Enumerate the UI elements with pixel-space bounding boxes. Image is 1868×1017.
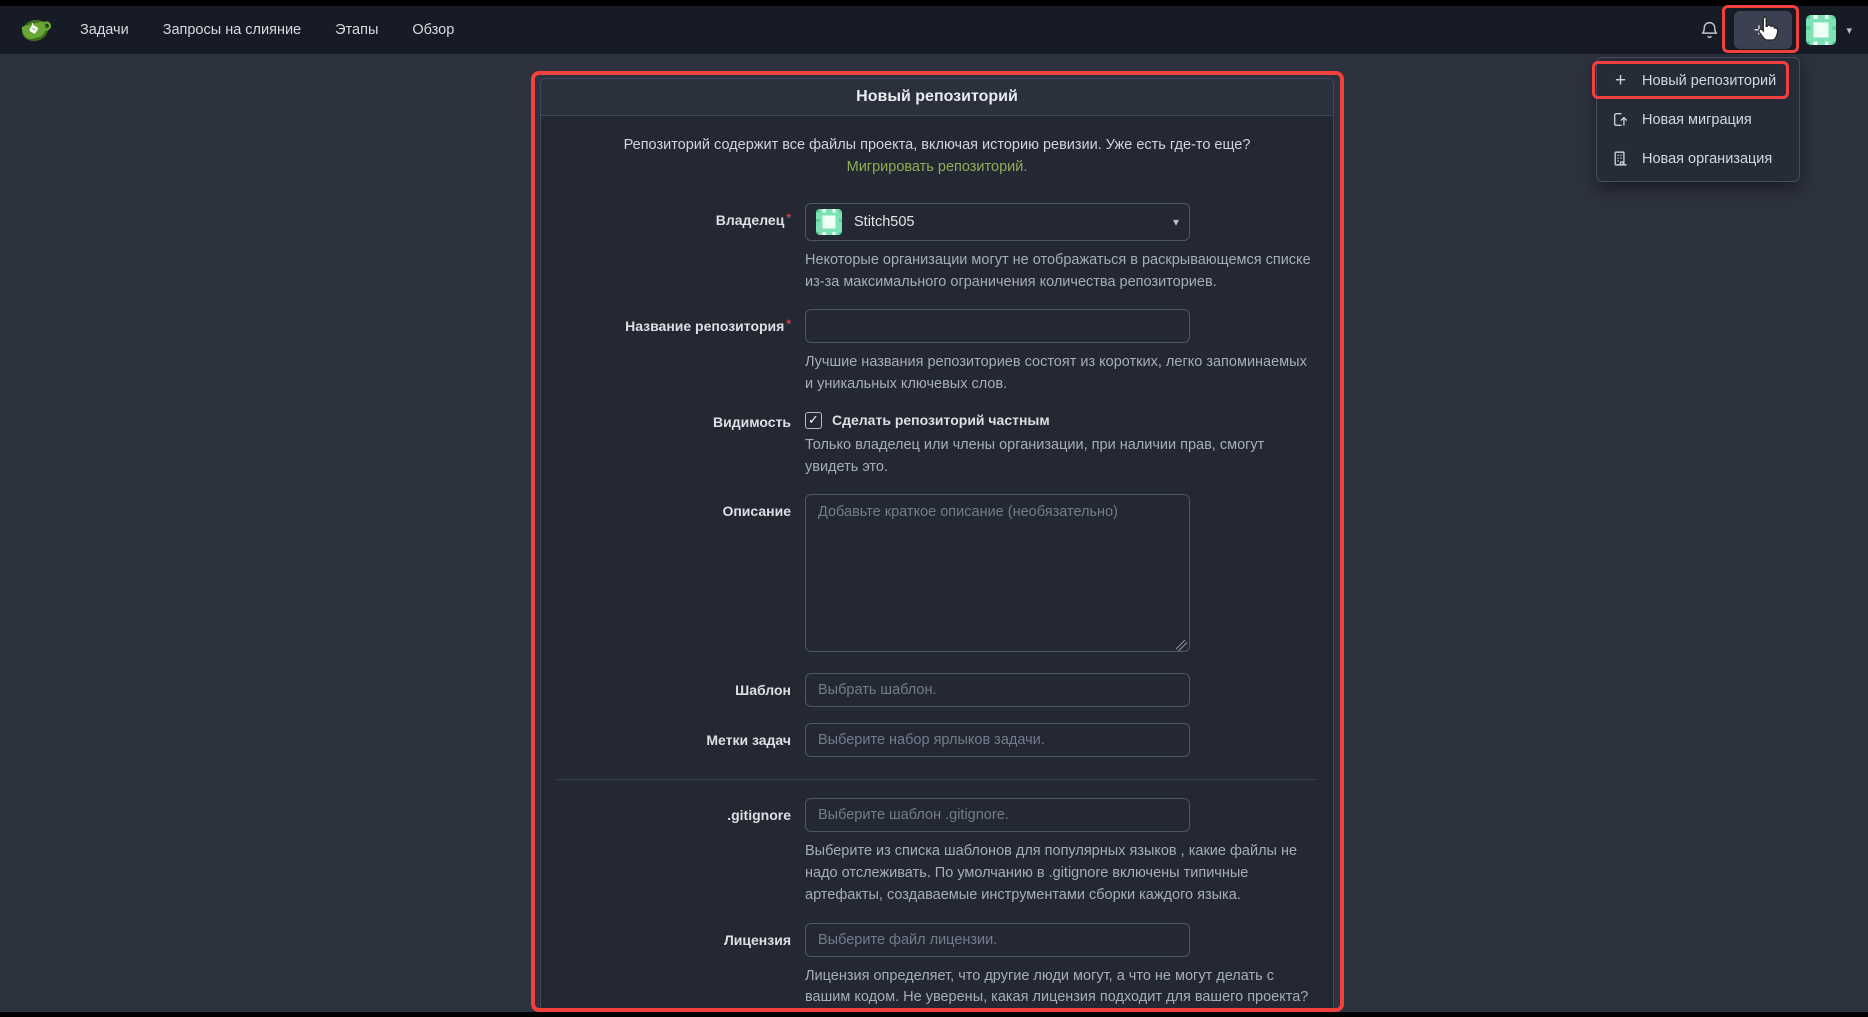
gitea-logo-icon[interactable]	[20, 14, 54, 46]
visibility-label-text: Видимость	[713, 414, 791, 430]
private-repo-checkbox[interactable]: ✓	[805, 412, 822, 429]
visibility-content: ✓ Сделать репозиторий частным Только вла…	[805, 412, 1317, 479]
owner-content: Stitch505 ▾ Некоторые организации могут …	[805, 203, 1317, 294]
visibility-label: Видимость	[557, 412, 805, 479]
owner-select-dropdown[interactable]: Stitch505 ▾	[805, 203, 1190, 241]
template-label: Шаблон	[557, 673, 805, 707]
page-background: Новый репозиторий Репозиторий содержит в…	[0, 54, 1868, 1012]
menu-item-label: Новая миграция	[1642, 112, 1752, 128]
description-textarea[interactable]	[805, 494, 1190, 652]
license-label-text: Лицензия	[724, 932, 791, 948]
license-helper-main: Лицензия определяет, что другие люди мог…	[805, 968, 1308, 1012]
notifications-bell-icon[interactable]	[1699, 20, 1720, 41]
gitignore-label-text: .gitignore	[727, 807, 791, 823]
description-label: Описание	[557, 494, 805, 657]
form-body: Репозиторий содержит все файлы проекта, …	[541, 116, 1333, 1012]
new-repository-form: Новый репозиторий Репозиторий содержит в…	[540, 78, 1334, 1012]
owner-label: Владелец*	[557, 203, 805, 294]
gitignore-input[interactable]	[805, 798, 1190, 832]
issue-labels-content	[805, 723, 1317, 757]
visibility-helper-text: Только владелец или члены организации, п…	[805, 435, 1317, 479]
issue-labels-input[interactable]	[805, 723, 1190, 757]
repo-name-input[interactable]	[805, 309, 1190, 343]
create-new-button[interactable]: + ▾	[1734, 11, 1792, 49]
chevron-down-icon: ▾	[1173, 215, 1179, 229]
intro-text: Репозиторий содержит все файлы проекта, …	[624, 137, 1251, 153]
owner-helper-text: Некоторые организации могут не отображат…	[805, 250, 1317, 294]
menu-item-new-organization[interactable]: Новая организация	[1597, 139, 1799, 178]
required-asterisk: *	[786, 211, 791, 225]
gitignore-helper-text: Выберите из списка шаблонов для популярн…	[805, 841, 1317, 906]
issue-labels-row: Метки задач	[557, 723, 1317, 757]
license-input[interactable]	[805, 923, 1190, 957]
navbar-right-controls: + ▾ ▾	[1699, 11, 1852, 49]
private-checkbox-row: ✓ Сделать репозиторий частным	[805, 412, 1317, 429]
issue-labels-label: Метки задач	[557, 723, 805, 757]
gitignore-label: .gitignore	[557, 798, 805, 906]
create-new-dropdown-menu: + Новый репозиторий Новая миграция	[1596, 57, 1800, 182]
section-divider	[557, 779, 1317, 780]
user-menu-caret-icon[interactable]: ▾	[1846, 24, 1852, 37]
template-row: Шаблон	[557, 673, 1317, 707]
description-label-text: Описание	[722, 503, 791, 519]
gitignore-row: .gitignore Выберите из списка шаблонов д…	[557, 798, 1317, 906]
template-label-text: Шаблон	[735, 682, 791, 698]
owner-avatar	[816, 209, 842, 235]
menu-item-new-repository[interactable]: + Новый репозиторий	[1597, 61, 1799, 100]
menu-item-label: Новый репозиторий	[1642, 73, 1776, 89]
repo-name-helper-text: Лучшие названия репозиториев состоят из …	[805, 352, 1317, 396]
repo-name-content: Лучшие названия репозиториев состоят из …	[805, 309, 1317, 396]
form-intro: Репозиторий содержит все файлы проекта, …	[587, 134, 1287, 179]
user-avatar[interactable]	[1806, 15, 1836, 45]
plus-icon: +	[1754, 20, 1765, 41]
menu-item-label: Новая организация	[1642, 151, 1772, 167]
plus-icon: +	[1612, 72, 1629, 89]
nav-item-explore[interactable]: Обзор	[412, 22, 454, 38]
gitignore-content: Выберите из списка шаблонов для популярн…	[805, 798, 1317, 906]
nav-item-issues[interactable]: Задачи	[80, 22, 129, 38]
menu-item-new-migration[interactable]: Новая миграция	[1597, 100, 1799, 139]
repo-name-label: Название репозитория*	[557, 309, 805, 396]
visibility-row: Видимость ✓ Сделать репозиторий частным …	[557, 412, 1317, 479]
owner-selected-value: Stitch505	[854, 214, 914, 230]
form-title: Новый репозиторий	[541, 79, 1333, 116]
issue-labels-label-text: Метки задач	[706, 732, 791, 748]
check-icon: ✓	[808, 412, 819, 428]
migration-icon	[1612, 111, 1629, 128]
repo-name-row: Название репозитория* Лучшие названия ре…	[557, 309, 1317, 396]
license-label: Лицензия	[557, 923, 805, 1012]
organization-icon	[1612, 150, 1629, 167]
nav-item-pull-requests[interactable]: Запросы на слияние	[163, 22, 301, 38]
description-content	[805, 494, 1317, 657]
migrate-repository-link[interactable]: Мигрировать репозиторий.	[847, 159, 1028, 175]
license-content: Лицензия определяет, что другие люди мог…	[805, 923, 1317, 1012]
form-title-text: Новый репозиторий	[856, 88, 1018, 106]
required-asterisk: *	[786, 317, 791, 331]
chevron-down-icon: ▾	[1768, 25, 1773, 36]
repo-name-label-text: Название репозитория	[625, 318, 784, 334]
private-checkbox-label[interactable]: Сделать репозиторий частным	[832, 412, 1050, 428]
navbar-links: Задачи Запросы на слияние Этапы Обзор	[80, 22, 454, 38]
license-helper-text: Лицензия определяет, что другие люди мог…	[805, 966, 1317, 1012]
license-row: Лицензия Лицензия определяет, что другие…	[557, 923, 1317, 1012]
template-input[interactable]	[805, 673, 1190, 707]
top-navbar: Задачи Запросы на слияние Этапы Обзор + …	[0, 6, 1868, 54]
description-row: Описание	[557, 494, 1317, 657]
bottom-letterbox-bar	[0, 1012, 1868, 1017]
owner-row: Владелец*	[557, 203, 1317, 294]
template-content	[805, 673, 1317, 707]
owner-label-text: Владелец	[716, 212, 785, 228]
nav-item-milestones[interactable]: Этапы	[335, 22, 378, 38]
